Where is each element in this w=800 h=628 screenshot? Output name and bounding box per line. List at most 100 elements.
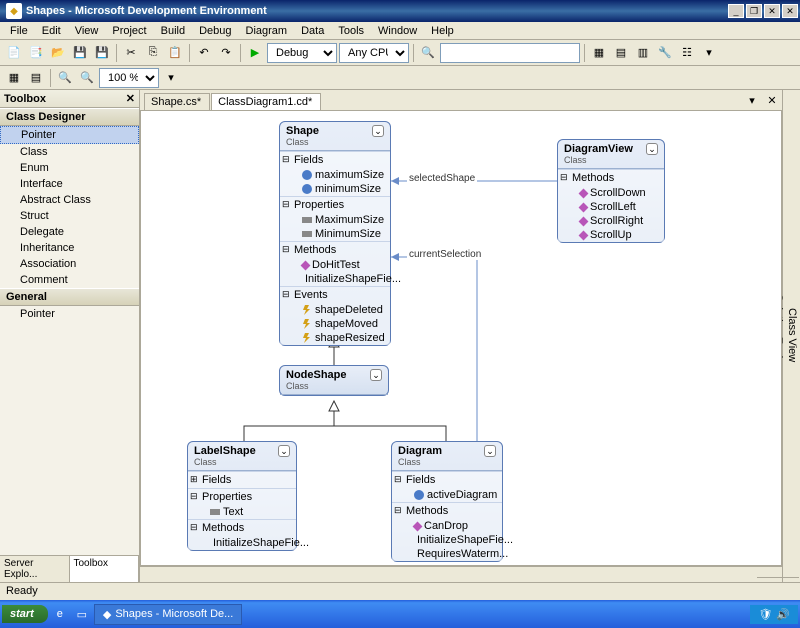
member-candrop[interactable]: CanDrop	[392, 519, 502, 533]
section-events[interactable]: Events	[280, 286, 390, 303]
chevron-icon[interactable]: ⌄	[370, 369, 382, 381]
platform-combo[interactable]: Any CPU	[339, 43, 409, 63]
overview-icon[interactable]: ▾	[161, 68, 181, 88]
zoom-combo[interactable]: 100 %	[99, 68, 159, 88]
quicklaunch-ie-icon[interactable]: e	[50, 604, 70, 624]
toolbox-item-pointer[interactable]: Pointer	[0, 306, 139, 322]
toolbox-icon[interactable]: 🔧	[655, 43, 675, 63]
close-button[interactable]: ✕	[782, 4, 798, 18]
member-maximumsize[interactable]: MaximumSize	[280, 213, 390, 227]
class-labelshape[interactable]: LabelShapeClass⌄FieldsPropertiesTextMeth…	[187, 441, 297, 551]
tab-classdiagram[interactable]: ClassDiagram1.cd*	[211, 93, 321, 110]
assoc-selectedshape[interactable]: selectedShape	[407, 173, 477, 184]
toolbox-item-class[interactable]: Class	[0, 144, 139, 160]
member-shaperesized[interactable]: shapeResized	[280, 331, 390, 345]
minimize-button[interactable]: _	[728, 4, 744, 18]
member-shapemoved[interactable]: shapeMoved	[280, 317, 390, 331]
toolbox-close-icon[interactable]: ✕	[126, 92, 135, 105]
more-icon[interactable]: ▾	[699, 43, 719, 63]
section-fields[interactable]: Fields	[188, 471, 296, 488]
section-properties[interactable]: Properties	[280, 196, 390, 213]
taskbar-app[interactable]: ◆Shapes - Microsoft De...	[94, 604, 242, 625]
member-initializeshapefie[interactable]: InitializeShapeFie...	[188, 536, 296, 550]
tab-server-explorer[interactable]: Server Explo...	[0, 556, 70, 582]
group-icon[interactable]: ▦	[4, 68, 24, 88]
menu-project[interactable]: Project	[106, 24, 152, 38]
member-initializeshapefie[interactable]: InitializeShapeFie...	[392, 533, 502, 547]
paste-icon[interactable]: 📋	[165, 43, 185, 63]
section-properties[interactable]: Properties	[188, 488, 296, 505]
toolbox-item-delegate[interactable]: Delegate	[0, 224, 139, 240]
tray-icon[interactable]: 🛡	[758, 608, 772, 621]
member-display-icon[interactable]: ▤	[26, 68, 46, 88]
menu-window[interactable]: Window	[372, 24, 423, 38]
member-requireswaterm[interactable]: RequiresWaterm...	[392, 547, 502, 561]
chevron-icon[interactable]: ⌄	[278, 445, 290, 457]
solution-explorer-icon[interactable]: ▦	[589, 43, 609, 63]
horizontal-scrollbar[interactable]	[140, 566, 782, 582]
copy-icon[interactable]: ⎘	[143, 43, 163, 63]
toolbox-item-struct[interactable]: Struct	[0, 208, 139, 224]
menu-data[interactable]: Data	[295, 24, 330, 38]
section-fields[interactable]: Fields	[280, 151, 390, 168]
member-minimumsize[interactable]: minimumSize	[280, 182, 390, 196]
redo-icon[interactable]: ↷	[216, 43, 236, 63]
toolbox-item-interface[interactable]: Interface	[0, 176, 139, 192]
tab-shape-cs[interactable]: Shape.cs*	[144, 93, 210, 110]
tray-icon[interactable]: 🔊	[776, 608, 790, 621]
secondary-close-button[interactable]: ✕	[764, 4, 780, 18]
find-icon[interactable]: 🔍	[418, 43, 438, 63]
add-item-icon[interactable]: 📑	[26, 43, 46, 63]
new-project-icon[interactable]: 📄	[4, 43, 24, 63]
menu-view[interactable]: View	[69, 24, 105, 38]
member-maximumsize[interactable]: maximumSize	[280, 168, 390, 182]
start-debug-icon[interactable]: ▶	[245, 43, 265, 63]
system-tray[interactable]: 🛡🔊	[750, 605, 798, 624]
toolbox-item-association[interactable]: Association	[0, 256, 139, 272]
section-methods[interactable]: Methods	[280, 241, 390, 258]
save-all-icon[interactable]: 💾	[92, 43, 112, 63]
diagram-canvas[interactable]: selectedShape currentSelection ShapeClas…	[140, 110, 782, 566]
save-icon[interactable]: 💾	[70, 43, 90, 63]
find-input[interactable]	[440, 43, 580, 63]
open-icon[interactable]: 📂	[48, 43, 68, 63]
zoom-out-icon[interactable]: 🔍	[77, 68, 97, 88]
member-scrollleft[interactable]: ScrollLeft	[558, 200, 664, 214]
assoc-currentselection[interactable]: currentSelection	[407, 249, 483, 260]
toolbox-item-inheritance[interactable]: Inheritance	[0, 240, 139, 256]
section-methods[interactable]: Methods	[558, 169, 664, 186]
menu-help[interactable]: Help	[425, 24, 460, 38]
menu-tools[interactable]: Tools	[332, 24, 370, 38]
member-dohittest[interactable]: DoHitTest	[280, 258, 390, 272]
class-diagramview[interactable]: DiagramViewClass⌄MethodsScrollDownScroll…	[557, 139, 665, 243]
member-scrollup[interactable]: ScrollUp	[558, 228, 664, 242]
chevron-icon[interactable]: ⌄	[372, 125, 384, 137]
toolbox-item-pointer[interactable]: Pointer	[0, 126, 139, 144]
toolbox-item-comment[interactable]: Comment	[0, 272, 139, 288]
toolbox-item-enum[interactable]: Enum	[0, 160, 139, 176]
member-shapedeleted[interactable]: shapeDeleted	[280, 303, 390, 317]
cut-icon[interactable]: ✂	[121, 43, 141, 63]
section-fields[interactable]: Fields	[392, 471, 502, 488]
menu-diagram[interactable]: Diagram	[240, 24, 294, 38]
toolbox-section-classdesigner[interactable]: Class Designer	[0, 108, 139, 126]
sidetab-classview[interactable]: Class View	[785, 94, 799, 578]
undo-icon[interactable]: ↶	[194, 43, 214, 63]
member-scrolldown[interactable]: ScrollDown	[558, 186, 664, 200]
class-diagram[interactable]: DiagramClass⌄FieldsactiveDiagramMethodsC…	[391, 441, 503, 562]
object-browser-icon[interactable]: ▥	[633, 43, 653, 63]
start-button[interactable]: start	[2, 605, 48, 623]
toolbox-item-abstract-class[interactable]: Abstract Class	[0, 192, 139, 208]
menu-file[interactable]: File	[4, 24, 34, 38]
chevron-icon[interactable]: ⌄	[646, 143, 658, 155]
member-activediagram[interactable]: activeDiagram	[392, 488, 502, 502]
class-nodeshape[interactable]: NodeShapeClass⌄	[279, 365, 389, 396]
tab-toolbox[interactable]: Toolbox	[70, 556, 140, 582]
toolbox-section-general[interactable]: General	[0, 288, 139, 306]
section-methods[interactable]: Methods	[188, 519, 296, 536]
restore-button[interactable]: ❐	[746, 4, 762, 18]
properties-icon[interactable]: ▤	[611, 43, 631, 63]
section-methods[interactable]: Methods	[392, 502, 502, 519]
class-view-icon[interactable]: ☷	[677, 43, 697, 63]
chevron-icon[interactable]: ⌄	[484, 445, 496, 457]
